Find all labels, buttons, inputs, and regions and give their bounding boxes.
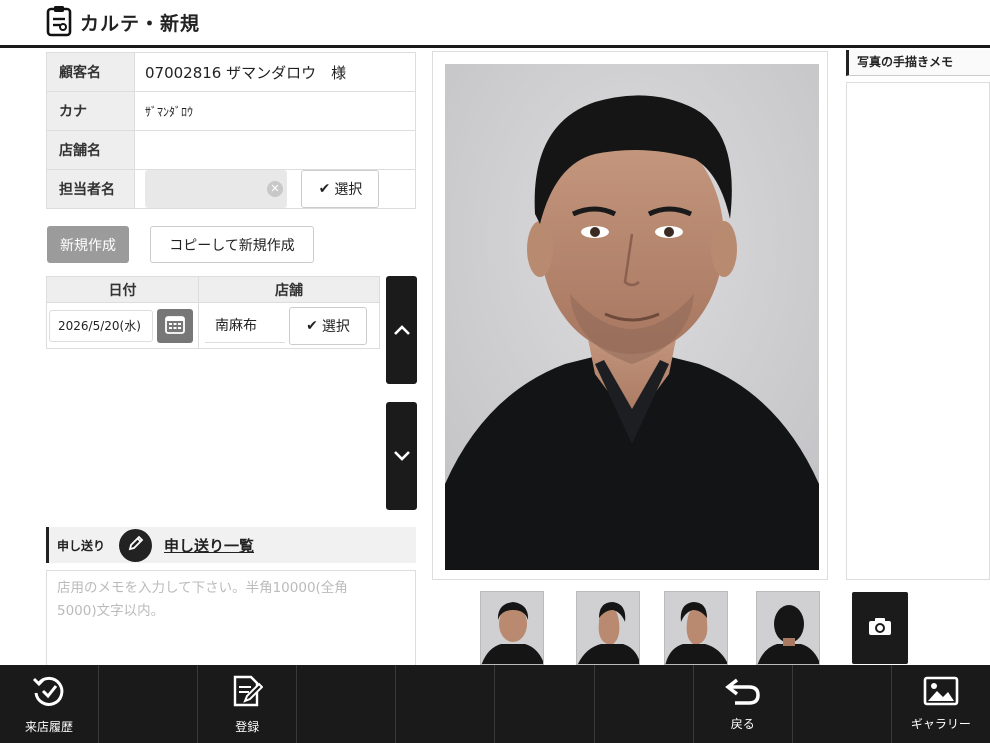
copy-new-button[interactable]: コピーして新規作成 xyxy=(150,226,314,263)
check-icon: ✔ xyxy=(318,181,331,197)
thumbnail-right-profile[interactable] xyxy=(576,591,640,665)
camera-icon xyxy=(868,616,892,640)
main-photo-frame xyxy=(432,51,828,580)
handover-label: 申し送り xyxy=(57,538,106,553)
register-button[interactable]: 登録 xyxy=(198,665,298,743)
drawing-memo-title: 写真の手描きメモ xyxy=(846,50,990,76)
store-cell: 南麻布 ✔ 選択 xyxy=(198,302,380,349)
back-button[interactable]: 戻る xyxy=(694,665,793,743)
drawing-memo-canvas[interactable] xyxy=(846,82,990,580)
back-icon xyxy=(724,676,761,709)
staff-name-label: 担当者名 xyxy=(46,169,135,209)
date-cell: 2026/5/20(水) xyxy=(46,302,199,349)
thumbnail-front[interactable] xyxy=(480,591,544,665)
handover-header: 申し送り 申し送り一覧 xyxy=(46,527,416,563)
memo-placeholder-line1: 店用のメモを入力して下さい。半角10000(全角 xyxy=(57,580,348,596)
memo-placeholder-line2: 5000)文字以内。 xyxy=(57,603,165,619)
page-title: カルテ・新規 xyxy=(80,13,201,35)
visit-table: 日付 店舗 2026/5/20(水) 南麻布 ✔ 選択 xyxy=(46,276,380,349)
shop-name-value xyxy=(134,130,416,170)
staff-name-input[interactable]: ✕ xyxy=(145,170,287,208)
toolbar-empty-slot xyxy=(595,665,694,743)
store-select-button[interactable]: ✔ 選択 xyxy=(289,306,367,345)
staff-select-label: 選択 xyxy=(334,182,363,198)
scroll-down-button[interactable] xyxy=(386,402,417,510)
toolbar-empty-slot xyxy=(396,665,496,743)
register-icon xyxy=(231,673,264,712)
date-input[interactable]: 2026/5/20(水) xyxy=(49,309,153,342)
visit-history-label: 来店履歴 xyxy=(25,720,74,734)
calendar-button[interactable] xyxy=(157,308,193,343)
store-value: 南麻布 xyxy=(205,309,285,343)
edit-handover-button[interactable] xyxy=(119,528,153,562)
chevron-up-icon xyxy=(393,321,411,340)
toolbar-empty-slot xyxy=(495,665,595,743)
app-header: カルテ・新規 xyxy=(0,0,990,48)
new-record-button[interactable]: 新規作成 xyxy=(47,226,129,263)
calendar-icon xyxy=(165,314,185,338)
clear-icon[interactable]: ✕ xyxy=(267,181,283,197)
back-label: 戻る xyxy=(730,717,755,731)
store-select-label: 選択 xyxy=(321,318,350,335)
visit-history-button[interactable]: 来店履歴 xyxy=(0,665,100,743)
pen-icon xyxy=(127,534,145,556)
customer-name-label: 顧客名 xyxy=(46,52,135,92)
kana-value: ｻﾞﾏﾝﾀﾞﾛｳ xyxy=(134,91,416,131)
scroll-up-button[interactable] xyxy=(386,276,417,384)
toolbar-empty-slot xyxy=(793,665,892,743)
drawing-memo-panel: 写真の手描きメモ xyxy=(846,50,990,580)
register-label: 登録 xyxy=(235,720,260,734)
staff-select-button[interactable]: ✔ 選択 xyxy=(301,170,380,208)
thumbnail-left-profile[interactable] xyxy=(664,591,728,665)
customer-info-table: 顧客名 07002816 ザマンダロウ 様 カナ ｻﾞﾏﾝﾀﾞﾛｳ 店舗名 担当… xyxy=(46,52,416,209)
check-icon: ✔ xyxy=(306,317,318,334)
memo-textarea[interactable]: 店用のメモを入力して下さい。半角10000(全角 5000)文字以内。 xyxy=(46,570,416,666)
toolbar-empty-slot xyxy=(99,665,199,743)
customer-name-value: 07002816 ザマンダロウ 様 xyxy=(134,52,416,92)
store-header: 店舗 xyxy=(198,276,380,303)
gallery-icon xyxy=(923,676,959,709)
chevron-down-icon xyxy=(393,447,411,466)
kana-label: カナ xyxy=(46,91,135,131)
camera-button[interactable] xyxy=(852,592,908,664)
shop-name-label: 店舗名 xyxy=(46,130,135,170)
clipboard-icon xyxy=(46,5,72,41)
staff-name-cell: ✕ ✔ 選択 xyxy=(134,169,416,209)
thumbnail-back[interactable] xyxy=(756,591,820,665)
handover-list-link[interactable]: 申し送り一覧 xyxy=(164,535,254,556)
gallery-label: ギャラリー xyxy=(910,717,971,731)
customer-photo[interactable] xyxy=(445,64,819,570)
gallery-button[interactable]: ギャラリー xyxy=(892,665,990,743)
date-header: 日付 xyxy=(46,276,199,303)
toolbar-empty-slot xyxy=(297,665,397,743)
history-icon xyxy=(31,673,67,712)
bottom-toolbar: 来店履歴 登録 戻る ギャラリー xyxy=(0,665,990,743)
